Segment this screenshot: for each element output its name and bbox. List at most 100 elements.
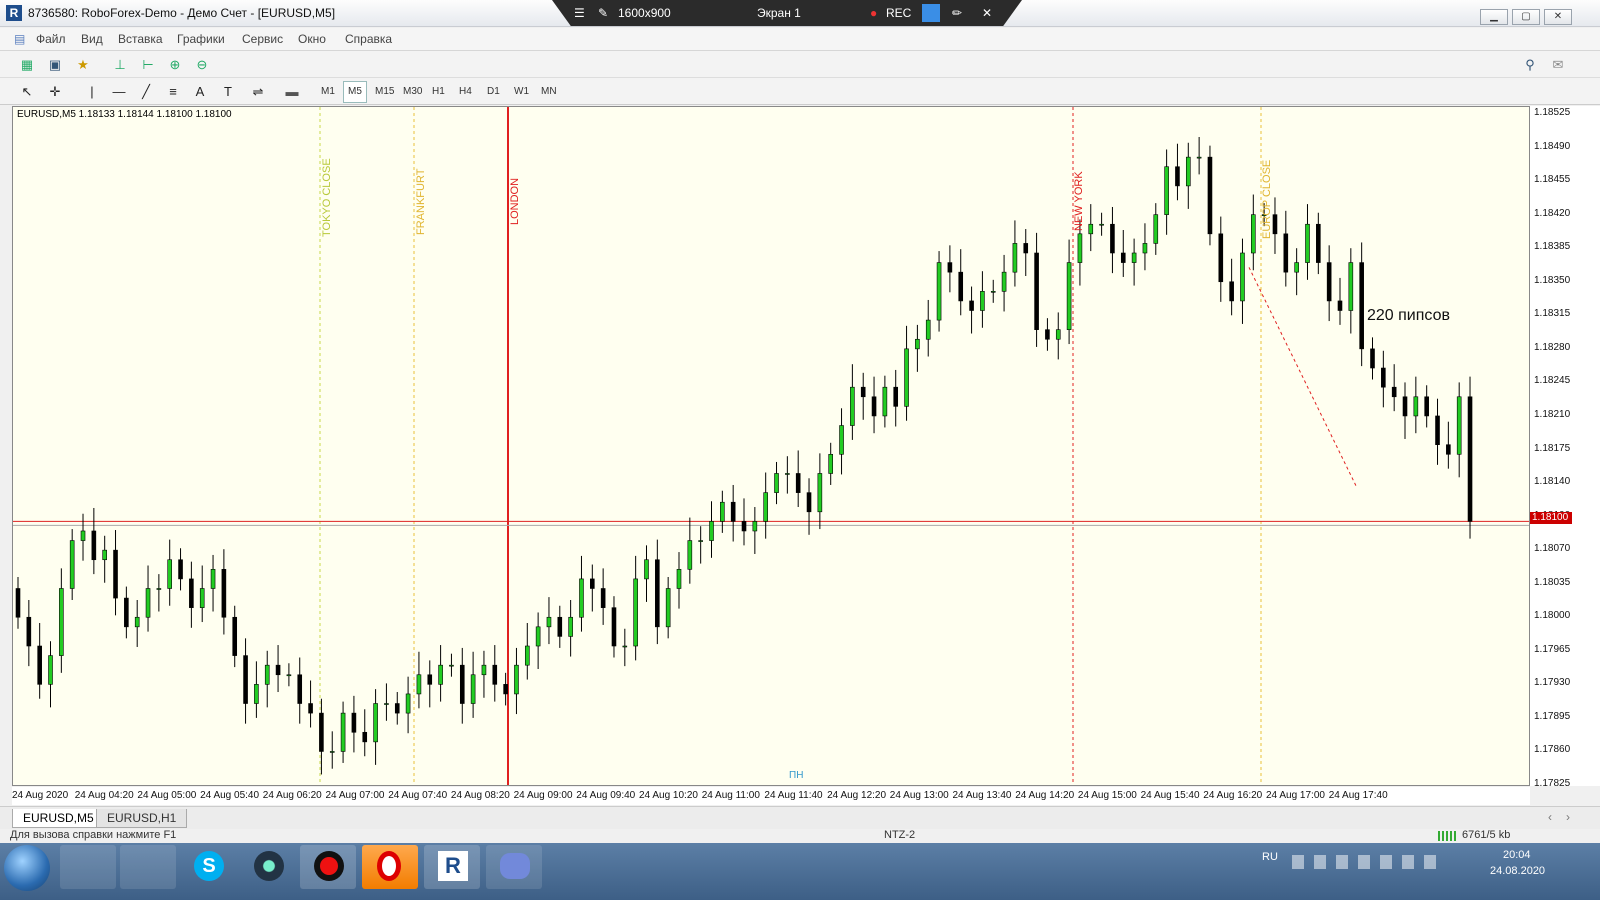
candle-body bbox=[698, 540, 703, 542]
standard-toolbar: ▦ ▣ ★ ⊥ ⊢ ⊕ ⊖ ⚲ ✉ bbox=[0, 51, 1600, 78]
tab-eurusd-m5[interactable]: EURUSD,M5 bbox=[12, 809, 105, 828]
shapes-dropdown-icon[interactable]: ⇌ bbox=[246, 80, 270, 104]
candle-body bbox=[1120, 252, 1126, 263]
tf-W1[interactable]: W1 bbox=[509, 81, 534, 103]
price-tick-label: 1.17895 bbox=[1534, 710, 1571, 722]
menu-window[interactable]: Окно bbox=[298, 32, 326, 46]
cursor-icon[interactable]: ↖ bbox=[15, 80, 39, 104]
close-recorder-icon[interactable]: ✕ bbox=[982, 6, 992, 20]
pen-icon[interactable]: ✏ bbox=[952, 6, 962, 20]
candle-body bbox=[156, 588, 162, 590]
opera-icon[interactable] bbox=[362, 845, 418, 889]
menu-tools[interactable]: Сервис bbox=[242, 32, 283, 46]
time-tick-label: 24 Aug 2020 bbox=[12, 790, 69, 801]
candle-body bbox=[427, 674, 433, 685]
roboforex-app-icon[interactable]: R bbox=[424, 845, 480, 889]
clock-time[interactable]: 20:04 bbox=[1503, 849, 1531, 861]
candlestick-plot bbox=[13, 107, 1529, 785]
candle-body bbox=[1142, 243, 1148, 254]
tab-scroll-left-icon[interactable]: ‹ bbox=[1548, 810, 1552, 824]
price-tick-label: 1.18210 bbox=[1534, 408, 1571, 420]
hamburger-icon[interactable]: ☰ bbox=[574, 6, 585, 20]
candle-body bbox=[774, 473, 779, 493]
time-tick-label: 24 Aug 05:00 bbox=[137, 790, 197, 801]
calculator-icon[interactable] bbox=[60, 845, 116, 889]
tf-H4[interactable]: H4 bbox=[454, 81, 477, 103]
camera-app-icon[interactable] bbox=[240, 845, 296, 889]
tab-scroll-right-icon[interactable]: › bbox=[1566, 810, 1570, 824]
tf-M5[interactable]: M5 bbox=[343, 81, 367, 103]
candle-body bbox=[568, 616, 573, 637]
mdi-icon[interactable]: ▤ bbox=[14, 32, 25, 46]
close-window-button[interactable]: ✕ bbox=[1544, 9, 1572, 25]
language-indicator[interactable]: RU bbox=[1262, 851, 1278, 863]
tf-MN[interactable]: MN bbox=[536, 81, 562, 103]
chat-icon[interactable]: ✉ bbox=[1546, 53, 1570, 77]
maximize-button[interactable]: ▢ bbox=[1512, 9, 1540, 25]
zoom-out-icon[interactable]: ⊖ bbox=[190, 53, 214, 77]
trend-line bbox=[1248, 267, 1358, 489]
zoom-in-icon[interactable]: ⊕ bbox=[163, 53, 187, 77]
recorder-app-icon[interactable] bbox=[300, 845, 356, 889]
vertical-line-icon[interactable]: | bbox=[80, 80, 104, 104]
tf-H1[interactable]: H1 bbox=[427, 81, 450, 103]
text-label-icon[interactable]: T bbox=[216, 80, 240, 104]
menu-file[interactable]: Файл bbox=[36, 32, 66, 46]
favorites-icon[interactable]: ★ bbox=[71, 53, 95, 77]
tab-eurusd-h1[interactable]: EURUSD,H1 bbox=[96, 809, 188, 828]
text-icon[interactable]: A bbox=[188, 80, 212, 104]
autoscroll-icon[interactable]: ⊢ bbox=[136, 53, 160, 77]
tf-M30[interactable]: M30 bbox=[398, 81, 427, 103]
candle-body bbox=[655, 559, 660, 628]
keyboard-app-icon[interactable] bbox=[120, 845, 176, 889]
clock-date[interactable]: 24.08.2020 bbox=[1490, 865, 1545, 877]
candle-body bbox=[806, 492, 812, 513]
candle-body bbox=[189, 578, 194, 608]
tf-M1[interactable]: M1 bbox=[316, 81, 340, 103]
time-tick-label: 24 Aug 16:20 bbox=[1203, 790, 1263, 801]
tf-M15[interactable]: M15 bbox=[370, 81, 399, 103]
camera-icon[interactable] bbox=[922, 4, 940, 22]
session-label-london: LONDON bbox=[509, 177, 521, 225]
period-separator-icon[interactable]: ▬ bbox=[280, 80, 304, 104]
candle-body bbox=[340, 712, 346, 752]
tf-D1[interactable]: D1 bbox=[482, 81, 505, 103]
new-chart-icon[interactable]: ▦ bbox=[15, 53, 39, 77]
start-button[interactable] bbox=[4, 845, 50, 891]
pin-icon[interactable]: ✎ bbox=[598, 6, 608, 20]
trendline-icon[interactable]: ╱ bbox=[134, 80, 158, 104]
screen-label: Экран 1 bbox=[757, 6, 801, 20]
discord-icon[interactable] bbox=[486, 845, 542, 889]
candle-body bbox=[741, 521, 747, 532]
chart-shift-icon[interactable]: ⊥ bbox=[108, 53, 132, 77]
horizontal-line-icon[interactable]: — bbox=[107, 80, 131, 104]
menu-help[interactable]: Справка bbox=[345, 32, 392, 46]
skype-icon[interactable]: S bbox=[180, 845, 236, 889]
time-tick-label: 24 Aug 08:20 bbox=[450, 790, 510, 801]
menu-view[interactable]: Вид bbox=[81, 32, 103, 46]
price-chart[interactable]: EURUSD,M5 1.18133 1.18144 1.18100 1.1810… bbox=[12, 106, 1530, 786]
time-tick-label: 24 Aug 09:00 bbox=[513, 790, 573, 801]
menu-insert[interactable]: Вставка bbox=[118, 32, 163, 46]
search-icon[interactable]: ⚲ bbox=[1518, 53, 1542, 77]
price-tick-label: 1.18175 bbox=[1534, 442, 1571, 454]
menu-charts[interactable]: Графики bbox=[177, 32, 225, 46]
candle-body bbox=[199, 588, 205, 608]
price-tick-label: 1.18315 bbox=[1534, 308, 1571, 320]
candle-body bbox=[416, 674, 422, 695]
profiles-icon[interactable]: ▣ bbox=[43, 53, 67, 77]
time-tick-label: 24 Aug 07:00 bbox=[325, 790, 385, 801]
rec-button[interactable]: REC bbox=[886, 6, 911, 20]
record-dot-icon[interactable]: ● bbox=[870, 6, 877, 20]
candle-body bbox=[59, 588, 64, 656]
candle-body bbox=[1446, 444, 1451, 455]
tray-icons[interactable] bbox=[1292, 855, 1442, 869]
price-tick-label: 1.18245 bbox=[1534, 375, 1571, 387]
crosshair-icon[interactable]: ✛ bbox=[43, 80, 67, 104]
price-tick-label: 1.18525 bbox=[1534, 107, 1571, 118]
minimize-button[interactable]: ▁ bbox=[1480, 9, 1508, 25]
status-bar: Для вызова справки нажмите F1 NTZ-2 6761… bbox=[0, 829, 1600, 843]
candle-body bbox=[210, 569, 216, 589]
candle-body bbox=[622, 645, 628, 648]
channel-icon[interactable]: ≡ bbox=[161, 80, 185, 104]
